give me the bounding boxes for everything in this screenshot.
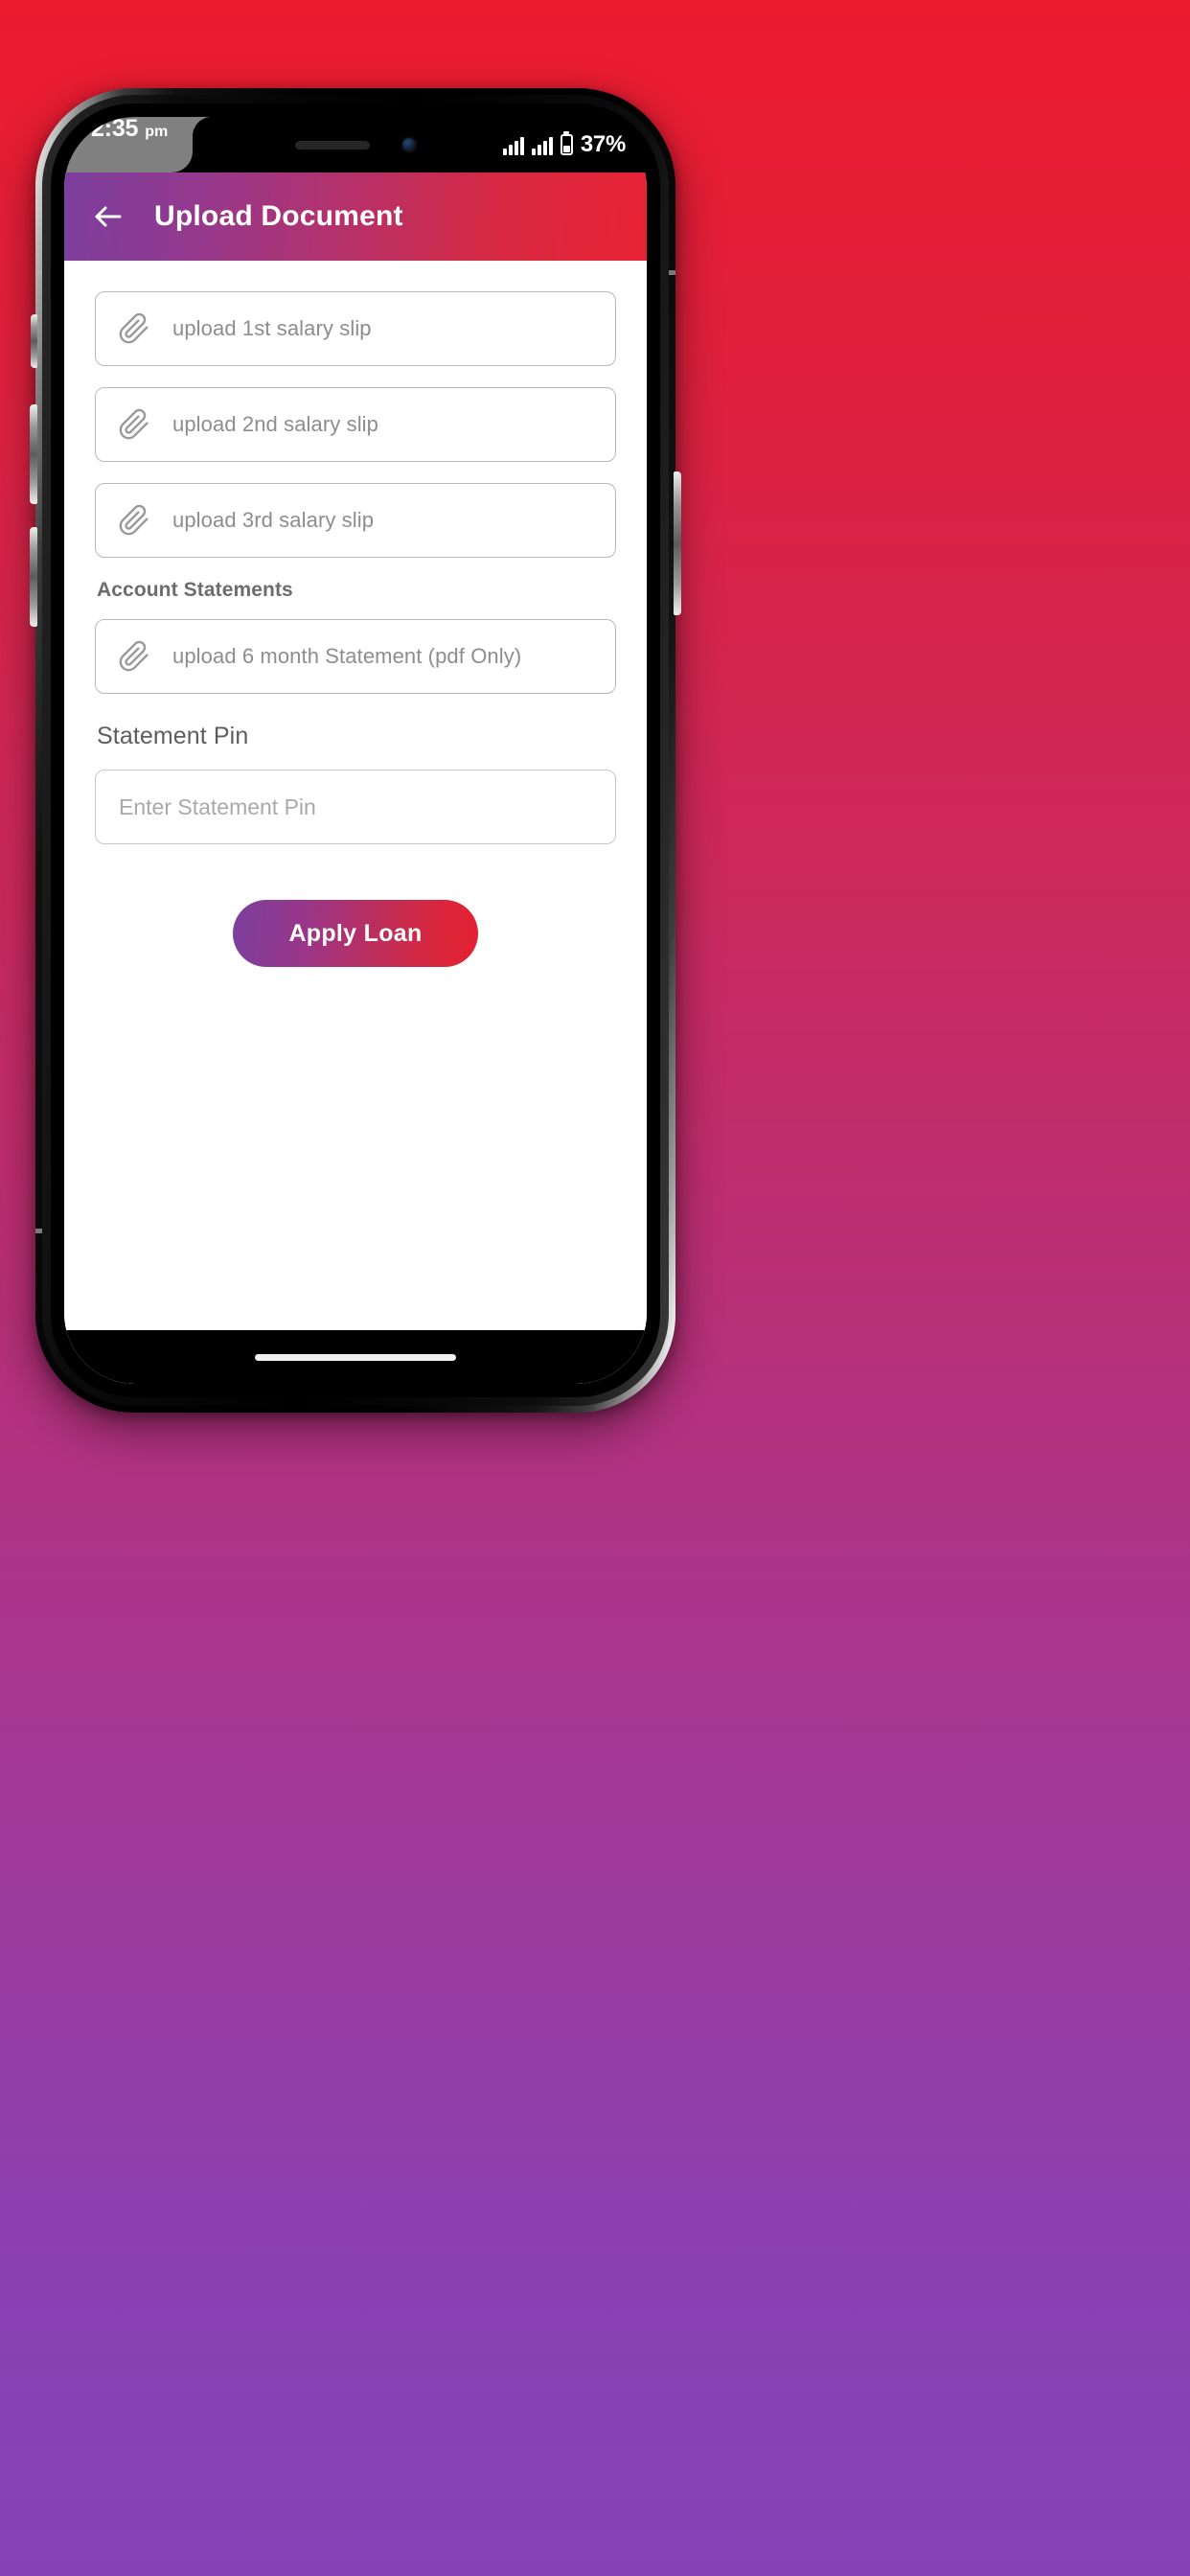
home-indicator-area — [64, 1330, 647, 1384]
status-bar: 2:35 pm 37% — [64, 117, 647, 172]
account-statements-label: Account Statements — [97, 579, 293, 601]
upload-field-label: upload 3rd salary slip — [172, 508, 375, 532]
earpiece-speaker-icon — [295, 140, 370, 150]
upload-field-salary-2[interactable]: upload 2nd salary slip — [95, 387, 616, 462]
page-title: Upload Document — [154, 200, 403, 232]
upload-field-salary-1[interactable]: upload 1st salary slip — [95, 291, 616, 366]
phone-bezel: 2:35 pm 37% Upload Document upload 1st s… — [51, 104, 660, 1397]
battery-icon — [560, 134, 573, 155]
signal-bars-icon — [531, 134, 553, 155]
upload-field-label: upload 2nd salary slip — [172, 412, 379, 436]
app-container: Upload Document upload 1st salary slip u… — [64, 172, 647, 1384]
paperclip-icon — [117, 639, 151, 674]
display-notch — [244, 117, 467, 172]
statement-pin-field[interactable] — [95, 770, 616, 844]
status-bar-clock: 2:35 pm — [64, 117, 194, 172]
upload-field-salary-3[interactable]: upload 3rd salary slip — [95, 483, 616, 558]
clock-meridiem: pm — [145, 124, 169, 140]
upload-field-label: upload 1st salary slip — [172, 316, 372, 340]
clock-time: 2:35 — [91, 117, 139, 142]
antenna-line — [669, 270, 675, 275]
signal-bars-icon — [502, 134, 524, 155]
status-bar-indicators: 37% — [502, 117, 626, 172]
upload-field-label: upload 6 month Statement (pdf Only) — [172, 644, 522, 668]
silent-switch-button[interactable] — [31, 314, 37, 368]
form-content: upload 1st salary slip upload 2nd salary… — [64, 261, 647, 1384]
antenna-line — [35, 1229, 42, 1233]
volume-up-button[interactable] — [30, 527, 37, 627]
paperclip-icon — [117, 503, 151, 538]
statement-pin-label: Statement Pin — [97, 723, 249, 749]
front-camera-icon — [402, 138, 416, 151]
phone-screen: 2:35 pm 37% Upload Document upload 1st s… — [64, 117, 647, 1384]
phone-mockup: 2:35 pm 37% Upload Document upload 1st s… — [30, 88, 681, 1413]
power-button[interactable] — [674, 472, 681, 615]
paperclip-icon — [117, 311, 151, 346]
antenna-line — [669, 1229, 675, 1233]
battery-percent-label: 37% — [580, 131, 626, 157]
antenna-line — [35, 270, 42, 275]
volume-down-button[interactable] — [30, 404, 37, 504]
app-bar: Upload Document — [64, 172, 647, 261]
paperclip-icon — [117, 407, 151, 442]
apply-loan-button[interactable]: Apply Loan — [233, 900, 478, 967]
upload-field-statement[interactable]: upload 6 month Statement (pdf Only) — [95, 619, 616, 694]
back-arrow-icon[interactable] — [91, 199, 126, 234]
home-indicator[interactable] — [255, 1353, 456, 1361]
statement-pin-input[interactable] — [119, 794, 592, 820]
apply-button-container: Apply Loan — [95, 900, 616, 967]
